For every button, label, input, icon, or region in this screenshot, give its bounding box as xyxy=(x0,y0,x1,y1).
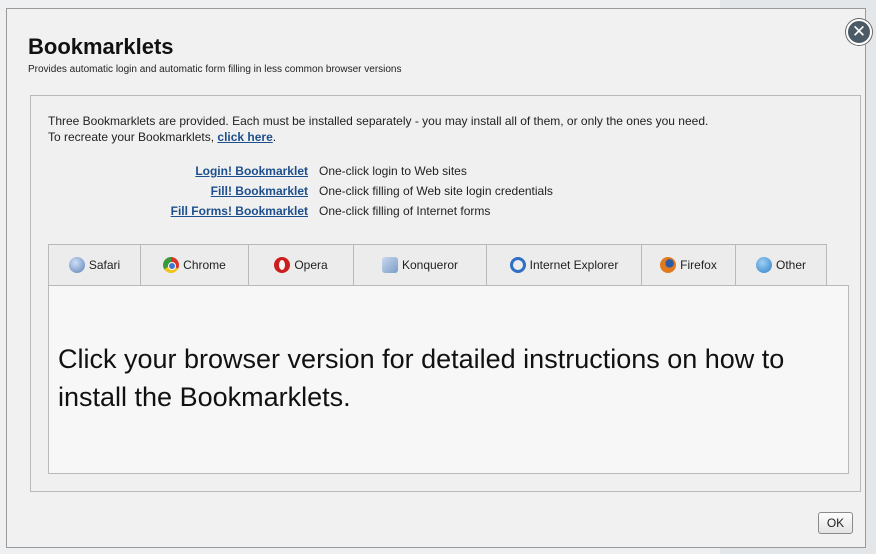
tab-opera[interactable]: Opera xyxy=(248,244,354,285)
login-bookmarklet-link[interactable]: Login! Bookmarklet xyxy=(195,164,308,178)
fill-bookmarklet-desc: One-click filling of Web site login cred… xyxy=(319,184,553,198)
tab-konqueror[interactable]: Konqueror xyxy=(353,244,487,285)
intro-line2: To recreate your Bookmarklets, click her… xyxy=(48,129,708,145)
opera-icon xyxy=(274,257,291,273)
intro-line1: Three Bookmarklets are provided. Each mu… xyxy=(48,114,709,128)
safari-icon xyxy=(68,257,85,273)
intro-line2-suffix: . xyxy=(272,130,277,144)
tab-konqueror-label: Konqueror xyxy=(401,258,459,272)
intro-text: Three Bookmarklets are provided. Each mu… xyxy=(48,113,708,145)
instructions-message: Click your browser version for detailed … xyxy=(58,344,785,412)
bookmarklet-row-login: Login! Bookmarklet One-click login to We… xyxy=(0,164,876,182)
chrome-icon xyxy=(163,257,180,273)
intro-line2-prefix: To recreate your Bookmarklets, xyxy=(48,130,218,144)
close-icon[interactable]: ✕ xyxy=(846,19,872,45)
tab-chrome-label: Chrome xyxy=(183,258,226,272)
tab-internet-explorer-label: Internet Explorer xyxy=(529,258,619,272)
tab-safari[interactable]: Safari xyxy=(48,244,141,285)
click-here-link[interactable]: click here xyxy=(217,130,272,144)
tab-other-label: Other xyxy=(775,258,806,272)
firefox-icon xyxy=(660,257,677,273)
tab-chrome[interactable]: Chrome xyxy=(140,244,249,285)
dialog-title: Bookmarklets xyxy=(28,34,174,59)
dialog-subtitle: Provides automatic login and automatic f… xyxy=(28,64,402,75)
fill-bookmarklet-link[interactable]: Fill! Bookmarklet xyxy=(211,184,308,198)
login-bookmarklet-desc: One-click login to Web sites xyxy=(319,164,467,178)
tab-firefox[interactable]: Firefox xyxy=(641,244,736,285)
fill-forms-bookmarklet-link[interactable]: Fill Forms! Bookmarklet xyxy=(171,204,308,218)
tab-firefox-label: Firefox xyxy=(680,258,717,272)
tab-opera-label: Opera xyxy=(294,258,328,272)
ok-button[interactable]: OK xyxy=(818,512,853,534)
tab-safari-label: Safari xyxy=(88,258,121,272)
bookmarklet-row-fill-forms: Fill Forms! Bookmarklet One-click fillin… xyxy=(0,204,876,222)
konqueror-icon xyxy=(381,257,398,273)
tab-internet-explorer[interactable]: Internet Explorer xyxy=(486,244,642,285)
tab-other[interactable]: Other xyxy=(735,244,827,285)
globe-icon xyxy=(755,257,772,273)
fill-forms-bookmarklet-desc: One-click filling of Internet forms xyxy=(319,204,491,218)
bookmarklet-row-fill: Fill! Bookmarklet One-click filling of W… xyxy=(0,184,876,202)
internet-explorer-icon xyxy=(509,257,526,273)
